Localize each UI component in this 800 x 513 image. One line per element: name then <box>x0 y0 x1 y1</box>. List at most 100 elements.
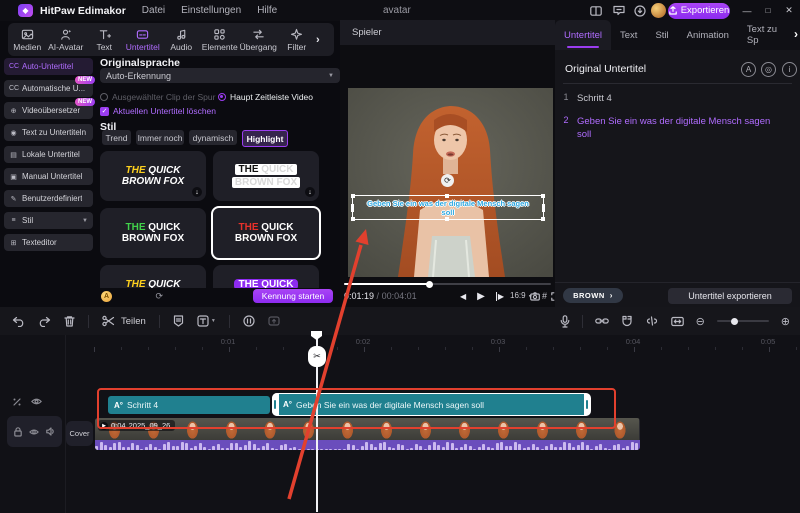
radio-main-timeline[interactable]: Haupt Zeitleiste Video <box>218 92 313 102</box>
resize-handle[interactable] <box>542 204 545 212</box>
tab-untertitel-detail[interactable]: Untertitel <box>555 20 612 50</box>
link-icon[interactable] <box>594 316 609 326</box>
style-card-green[interactable]: THE QUICK BROWN FOX <box>100 208 206 258</box>
snapshot-icon[interactable] <box>530 292 540 301</box>
tab-untertitel[interactable]: Untertitel <box>124 23 163 56</box>
playhead-cut-button[interactable]: ✂ <box>308 346 326 367</box>
download-icon[interactable] <box>632 3 648 18</box>
close-button[interactable]: ✕ <box>779 0 799 21</box>
cover-button[interactable]: Cover <box>66 421 93 446</box>
tab-text-detail[interactable]: Text <box>611 20 646 50</box>
user-avatar[interactable] <box>651 3 666 18</box>
delete-icon[interactable] <box>64 315 75 327</box>
subtitle-overlay-box[interactable]: Geben Sie ein was der digitale Mensch sa… <box>351 194 545 221</box>
zoom-in-icon[interactable]: ⊕ <box>781 315 790 328</box>
refresh-icon[interactable]: ⟳ <box>155 291 163 302</box>
font-style-button[interactable]: BROWN › <box>563 288 623 303</box>
split-scissors-icon[interactable] <box>102 315 115 327</box>
sidebar-item-auto-untertitel[interactable]: CC Auto-Untertitel <box>4 58 93 75</box>
redo-icon[interactable] <box>38 316 51 327</box>
tab-medien[interactable]: Medien <box>8 23 47 56</box>
target-settings-icon[interactable]: ◎ <box>761 62 776 77</box>
style-card-red-selected[interactable]: THE QUICK BROWN FOX <box>211 206 321 260</box>
subtitle-row-2[interactable]: 2 Geben Sie ein was der digitale Mensch … <box>555 115 800 141</box>
tab-stil-detail[interactable]: Stil <box>646 20 677 50</box>
sidebar-item-texteditor[interactable]: ⊞ Texteditor <box>4 234 93 251</box>
maximize-button[interactable]: □ <box>758 0 778 21</box>
sidebar-item-benutzerdefiniert[interactable]: ✎ Benutzerdefiniert <box>4 190 93 207</box>
sidebar-item-text-zu-untertiteln[interactable]: ◉ Text zu Untertiteln <box>4 124 93 141</box>
microphone-icon[interactable] <box>560 314 570 328</box>
filter-chip-dynamisch[interactable]: dynamisch <box>189 130 237 145</box>
lock-icon[interactable] <box>14 426 22 437</box>
rotate-handle-icon[interactable]: ⟳ <box>441 174 454 187</box>
play-icon[interactable]: ▶ <box>477 291 485 302</box>
resize-handle[interactable] <box>351 217 355 221</box>
tab-uebergang[interactable]: Übergang <box>239 23 278 56</box>
sidebar-item-automatische[interactable]: CC Automatische U... NEW <box>4 76 95 97</box>
zoom-knob[interactable] <box>730 317 738 325</box>
fit-timeline-icon[interactable] <box>670 316 684 327</box>
next-frame-icon[interactable]: ▶ <box>495 292 504 301</box>
filter-chip-trend[interactable]: Trend <box>102 130 131 145</box>
export-subtitles-button[interactable]: Untertitel exportieren <box>668 287 792 304</box>
playhead-flag[interactable] <box>311 331 322 340</box>
track-visibility-icon[interactable] <box>31 397 42 406</box>
minimize-button[interactable]: — <box>737 0 757 21</box>
track-effect-icon[interactable] <box>12 397 22 407</box>
tab-elemente[interactable]: Elemente <box>201 23 240 56</box>
speed-icon[interactable] <box>243 315 255 327</box>
style-card-clipped-2[interactable]: THE QUICK BROWN FOX <box>213 265 319 288</box>
subtitle-row-1[interactable]: 1 Schritt 4 <box>555 92 800 105</box>
resize-handle[interactable] <box>541 194 545 198</box>
magnet-icon[interactable] <box>621 315 633 327</box>
video-preview[interactable]: Geben Sie ein was der digitale Mensch sa… <box>348 88 553 277</box>
start-recognition-button[interactable]: Kennung starten <box>253 289 333 303</box>
visibility-icon[interactable] <box>29 428 39 436</box>
grid-icon[interactable]: # <box>542 291 547 301</box>
language-select[interactable]: Auto-Erkennung ▼ <box>100 68 340 83</box>
resize-handle[interactable] <box>445 217 449 221</box>
menu-einstellungen[interactable]: Einstellungen <box>181 5 241 16</box>
freeze-frame-icon[interactable] <box>268 315 280 327</box>
unlink-icon[interactable] <box>645 316 659 326</box>
export-button[interactable]: Exportieren <box>668 2 730 19</box>
mute-icon[interactable] <box>46 427 55 436</box>
resize-handle[interactable] <box>541 217 545 221</box>
tab-filter[interactable]: Filter <box>278 23 317 56</box>
toolbar-expand-chevron[interactable]: › <box>316 34 330 46</box>
marker-badge-icon[interactable] <box>173 315 184 327</box>
style-card-yellow[interactable]: THE QUICK BROWN FOX ↓ <box>100 151 206 201</box>
menu-hilfe[interactable]: Hilfe <box>257 5 277 16</box>
text-tool-dropdown[interactable]: ▼ <box>197 315 216 327</box>
undo-icon[interactable] <box>12 316 25 327</box>
tab-text-zu-sprache[interactable]: Text zu Sp <box>738 20 800 50</box>
style-card-whitebox[interactable]: THE QUICK BROWN FOX ↓ <box>213 151 319 201</box>
layout-icon[interactable] <box>588 3 604 18</box>
tab-animation[interactable]: Animation <box>678 20 738 50</box>
resize-handle[interactable] <box>445 194 449 198</box>
tab-audio[interactable]: Audio <box>162 23 201 56</box>
zoom-out-icon[interactable]: ⊖ <box>696 315 705 328</box>
tabs-expand-chevron[interactable]: › <box>794 27 798 41</box>
delete-subtitle-checkbox[interactable]: ✓ Aktuellen Untertitel löschen <box>100 106 216 116</box>
resize-handle[interactable] <box>351 194 355 198</box>
sidebar-item-lokale-untertitel[interactable]: ▤ Lokale Untertitel <box>4 146 93 163</box>
menu-datei[interactable]: Datei <box>142 5 165 16</box>
sidebar-item-stil[interactable]: ≡ Stil ▼ <box>4 212 93 229</box>
filter-chip-highlight[interactable]: Highlight <box>242 130 288 147</box>
tab-text[interactable]: Text <box>85 23 124 56</box>
seekbar-knob[interactable] <box>425 280 433 288</box>
style-card-clipped-1[interactable]: THE QUICK BROWN FOX <box>100 265 206 288</box>
resize-handle[interactable] <box>351 204 354 212</box>
sidebar-item-manual-untertitel[interactable]: ▣ Manual Untertitel <box>4 168 93 185</box>
player-seekbar[interactable] <box>344 280 551 288</box>
split-label[interactable]: Teilen <box>121 316 146 327</box>
auto-translate-icon[interactable]: A <box>741 62 756 77</box>
info-icon[interactable]: i <box>782 62 797 77</box>
prev-frame-icon[interactable]: ◀ <box>460 292 466 301</box>
feedback-icon[interactable] <box>611 3 627 18</box>
filter-chip-immer-noch[interactable]: Immer noch <box>136 130 184 145</box>
timeline-zoom-slider[interactable] <box>716 317 769 325</box>
tab-ai-avatar[interactable]: AI-Avatar <box>47 23 86 56</box>
